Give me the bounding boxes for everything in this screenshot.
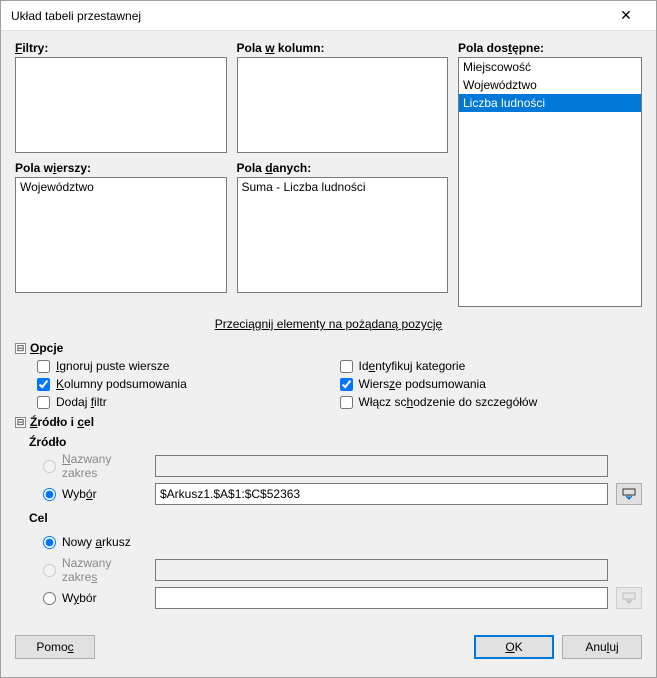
total-columns-checkbox[interactable]: Kolumny podsumowania — [37, 377, 340, 391]
source-selection-radio[interactable]: Wybór — [43, 487, 147, 501]
list-item[interactable]: Województwo — [16, 178, 226, 196]
help-button[interactable]: Pomoc — [15, 635, 95, 659]
source-subtitle: Źródło — [15, 435, 642, 449]
collapse-icon[interactable]: ⊟ — [15, 343, 26, 354]
list-item[interactable]: Miejscowość — [459, 58, 641, 76]
filters-listbox[interactable] — [15, 57, 227, 153]
ignore-empty-rows-checkbox[interactable]: Ignoruj puste wiersze — [37, 359, 340, 373]
list-item[interactable]: Suma - Liczba ludności — [238, 178, 448, 196]
column-fields-listbox[interactable] — [237, 57, 449, 153]
data-fields-label: Pola danych: — [237, 161, 449, 175]
total-rows-checkbox[interactable]: Wiersze podsumowania — [340, 377, 643, 391]
enable-drilldown-checkbox[interactable]: Włącz schodzenie do szczegółów — [340, 395, 643, 409]
list-item[interactable]: Liczba ludności — [459, 94, 641, 112]
target-named-range-input — [155, 559, 608, 581]
drag-hint: Przeciągnij elementy na pożądaną pozycję — [15, 317, 642, 331]
cancel-button[interactable]: Anuluj — [562, 635, 642, 659]
shrink-icon — [616, 587, 642, 609]
source-selection-input[interactable] — [155, 483, 608, 505]
close-icon[interactable]: ✕ — [606, 7, 646, 24]
filters-label: Filtry: — [15, 41, 227, 55]
identify-categories-checkbox[interactable]: Identyfikuj kategorie — [340, 359, 643, 373]
add-filter-checkbox[interactable]: Dodaj filtr — [37, 395, 340, 409]
ok-button[interactable]: OK — [474, 635, 554, 659]
title-bar: Układ tabeli przestawnej ✕ — [1, 1, 656, 31]
list-item[interactable]: Województwo — [459, 76, 641, 94]
collapse-icon[interactable]: ⊟ — [15, 417, 26, 428]
target-selection-radio[interactable]: Wybór — [43, 591, 147, 605]
column-fields-label: Pola w kolumn: — [237, 41, 449, 55]
options-section-title: Opcje — [30, 341, 63, 355]
row-fields-label: Pola wierszy: — [15, 161, 227, 175]
shrink-icon[interactable] — [616, 483, 642, 505]
target-subtitle: Cel — [15, 511, 642, 525]
available-fields-listbox[interactable]: Miejscowość Województwo Liczba ludności — [458, 57, 642, 307]
source-named-range-input — [155, 455, 608, 477]
target-new-sheet-radio[interactable]: Nowy arkusz — [43, 535, 147, 549]
window-title: Układ tabeli przestawnej — [11, 9, 606, 23]
available-fields-label: Pola dostępne: — [458, 41, 642, 55]
source-named-range-radio: Nazwany zakres — [43, 452, 147, 480]
target-named-range-radio: Nazwany zakres — [43, 556, 147, 584]
target-selection-input[interactable] — [155, 587, 608, 609]
row-fields-listbox[interactable]: Województwo — [15, 177, 227, 293]
source-target-section-title: Źródło i cel — [30, 415, 94, 429]
data-fields-listbox[interactable]: Suma - Liczba ludności — [237, 177, 449, 293]
